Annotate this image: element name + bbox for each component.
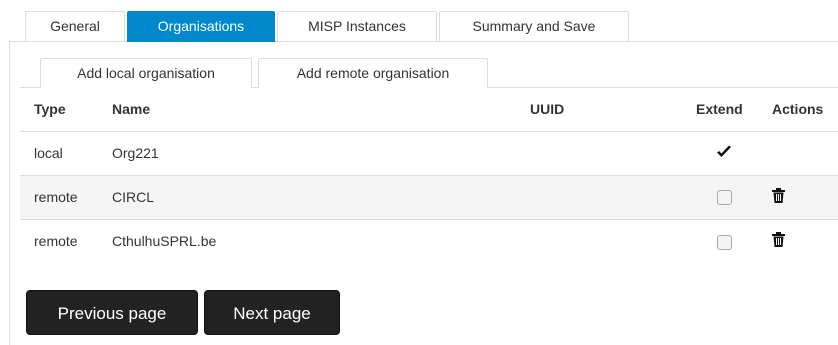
- wizard-panel: General Organisations MISP Instances Sum…: [0, 0, 838, 345]
- row-name: CIRCL: [112, 189, 155, 205]
- row-name: Org221: [112, 145, 159, 161]
- panel-left-border: [9, 40, 10, 345]
- row-type: local: [34, 145, 63, 161]
- row-actions: [760, 131, 838, 175]
- trash-icon[interactable]: [772, 232, 785, 250]
- sub-tab-bar: Add local organisation Add remote organi…: [40, 58, 838, 88]
- row-extend: [688, 219, 760, 263]
- header-uuid: UUID: [530, 101, 565, 118]
- trash-icon[interactable]: [772, 188, 785, 206]
- row-type: remote: [34, 189, 78, 205]
- table-header-row: Type Name UUID Extend Actions: [20, 88, 838, 131]
- table-row: local Org221: [20, 131, 838, 175]
- previous-page-button[interactable]: Previous page: [26, 290, 198, 335]
- row-uuid: [530, 131, 688, 175]
- row-extend: [688, 175, 760, 219]
- tab-add-local-organisation[interactable]: Add local organisation: [40, 58, 252, 88]
- header-type: Type: [34, 101, 66, 118]
- table-row: remote CIRCL: [20, 175, 838, 219]
- header-name: Name: [112, 101, 151, 118]
- tab-summary-and-save[interactable]: Summary and Save: [439, 11, 629, 41]
- tab-misp-instances[interactable]: MISP Instances: [277, 11, 437, 41]
- top-tab-bar: General Organisations MISP Instances Sum…: [25, 11, 838, 42]
- header-extend: Extend: [696, 101, 743, 118]
- row-uuid: [530, 219, 688, 263]
- row-extend: [688, 131, 760, 175]
- organisations-table: Type Name UUID Extend Actions local Org2…: [20, 88, 838, 263]
- row-actions: [760, 219, 838, 263]
- checkmark-icon: [716, 145, 732, 162]
- extend-checkbox[interactable]: [716, 190, 732, 206]
- table-row: remote CthulhuSPRL.be: [20, 219, 838, 263]
- extend-checkbox[interactable]: [716, 234, 732, 250]
- row-type: remote: [34, 233, 78, 250]
- tab-general[interactable]: General: [25, 11, 125, 41]
- next-page-button[interactable]: Next page: [204, 290, 340, 335]
- row-actions: [760, 175, 838, 219]
- header-actions: Actions: [772, 101, 824, 118]
- tab-organisations[interactable]: Organisations: [127, 11, 275, 42]
- row-uuid: [530, 175, 688, 219]
- tab-add-remote-organisation[interactable]: Add remote organisation: [258, 58, 488, 88]
- row-name: CthulhuSPRL.be: [112, 233, 217, 250]
